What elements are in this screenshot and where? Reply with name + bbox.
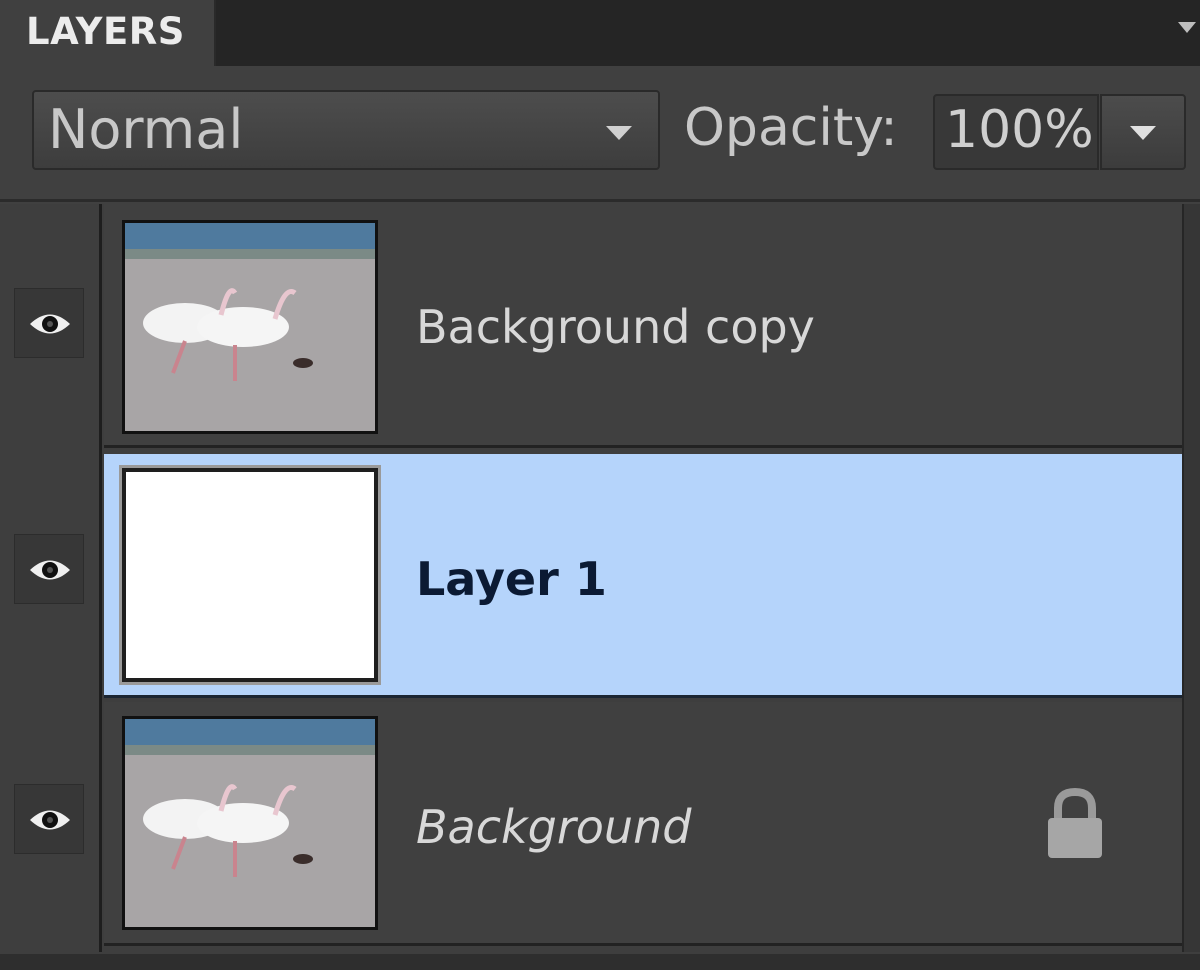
panel-footer [0, 954, 1200, 970]
opacity-value: 100% [945, 100, 1094, 160]
eye-icon [30, 810, 70, 830]
opacity-label: Opacity: [684, 98, 898, 158]
blend-mode-select[interactable]: Normal [32, 90, 660, 170]
scrollbar[interactable] [1182, 204, 1200, 952]
eye-icon [30, 314, 70, 334]
birds-photo-thumbnail [125, 223, 375, 431]
panel-header: LAYERS [0, 0, 1200, 68]
layer-row[interactable]: Background [104, 702, 1182, 946]
layer-thumbnail [122, 220, 378, 434]
layer-name: Background [416, 800, 692, 854]
visibility-toggle[interactable] [14, 534, 84, 604]
layer-thumbnail [119, 465, 381, 685]
lock-icon [1048, 788, 1102, 858]
layers-panel: LAYERS Normal Opacity: 100% Background c… [0, 0, 1200, 970]
layer-name: Background copy [416, 300, 815, 354]
opacity-dropdown-button[interactable] [1100, 94, 1186, 170]
layer-thumbnail [122, 716, 378, 930]
birds-photo-thumbnail [125, 719, 375, 927]
visibility-toggle[interactable] [14, 784, 84, 854]
chevron-down-icon [1130, 126, 1156, 140]
eye-icon [30, 560, 70, 580]
visibility-toggle[interactable] [14, 288, 84, 358]
layer-name: Layer 1 [416, 552, 607, 606]
layers-list: Background copy Layer 1 Background [0, 204, 1200, 970]
layers-toolbar: Normal Opacity: 100% [0, 66, 1200, 202]
tab-layers[interactable]: LAYERS [0, 0, 216, 68]
tab-layers-label: LAYERS [26, 10, 185, 53]
chevron-down-icon [606, 126, 632, 140]
layer-row[interactable]: Background copy [104, 204, 1182, 448]
layer-row-selected[interactable]: Layer 1 [104, 454, 1182, 698]
blend-mode-value: Normal [48, 98, 244, 161]
opacity-input[interactable]: 100% [933, 94, 1099, 170]
panel-menu-icon[interactable] [1178, 22, 1196, 33]
